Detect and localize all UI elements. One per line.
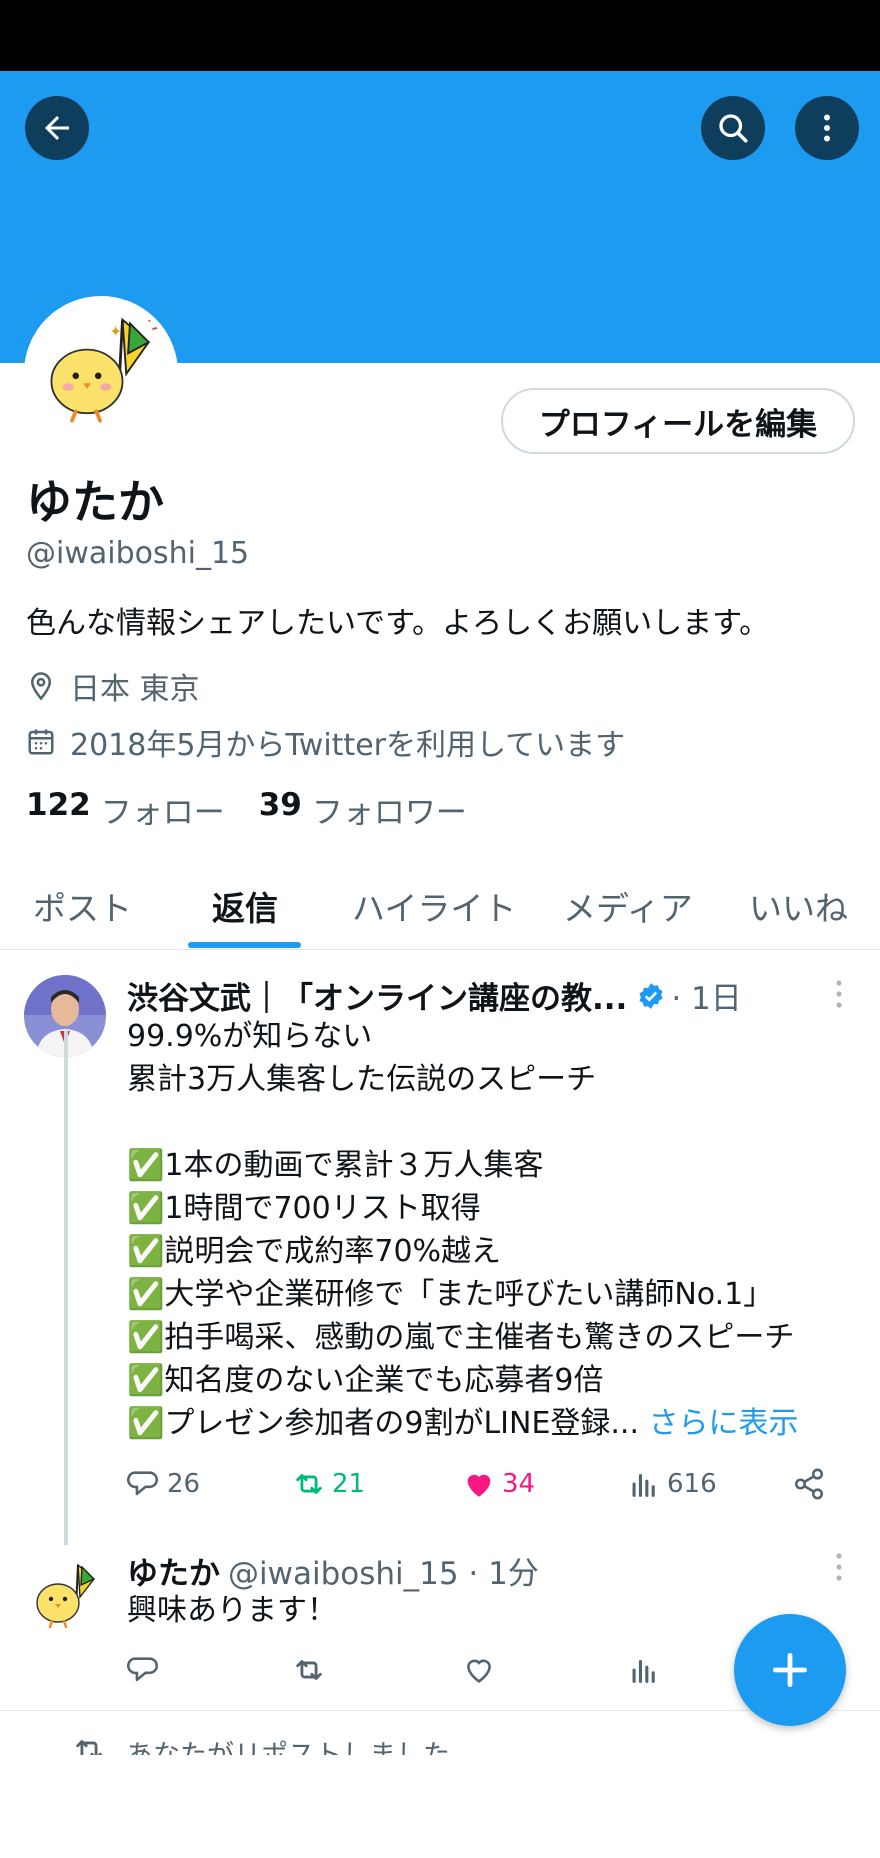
active-tab-indicator — [188, 942, 301, 948]
calendar-icon — [28, 729, 54, 755]
more-options-button[interactable] — [795, 96, 859, 160]
profile-avatar[interactable]: ✦ — [24, 296, 178, 450]
location-text: 日本 東京 — [70, 672, 200, 707]
post-line: 99.9%が知らない — [127, 1019, 373, 1054]
like-count: 34 — [502, 1469, 536, 1499]
profile-bio: 色んな情報シェアしたいです。よろしくお願いします。 — [26, 606, 770, 641]
repost-icon — [296, 1660, 322, 1680]
profile-handle: @iwaiboshi_15 — [26, 536, 250, 571]
post-body: 99.9%が知らない累計3万人集客した伝説のスピーチ ✅1本の動画で累計３万人集客… — [127, 1015, 799, 1445]
views-button[interactable]: 616 — [627, 1467, 717, 1501]
thread-connector — [64, 1030, 68, 1545]
search-button[interactable] — [701, 96, 765, 160]
like-button[interactable]: 34 — [462, 1467, 535, 1501]
post-line: ✅拍手喝采、感動の嵐で主催者も驚きのスピーチ — [127, 1320, 795, 1355]
post-line: ✅1時間で700リスト取得 — [127, 1191, 481, 1226]
status-bar — [0, 0, 880, 71]
repost-button[interactable] — [292, 1653, 332, 1687]
back-button[interactable] — [25, 96, 89, 160]
reply-author-avatar[interactable] — [24, 1555, 106, 1637]
reply-count: 26 — [167, 1469, 201, 1499]
repost-button[interactable]: 21 — [292, 1467, 365, 1501]
share-button[interactable] — [792, 1467, 832, 1501]
post-actions: 26 21 34 616 — [127, 1467, 847, 1507]
like-heart-icon — [467, 1474, 491, 1497]
reply-menu-icon[interactable] — [833, 1552, 845, 1582]
views-button[interactable] — [627, 1653, 667, 1687]
reply-handle-time: @iwaiboshi_15 · 1分 — [228, 1556, 539, 1592]
like-heart-icon — [467, 1659, 491, 1683]
share-icon — [794, 1468, 824, 1500]
edit-profile-button[interactable]: プロフィールを編集 — [501, 388, 855, 454]
views-count: 616 — [667, 1469, 717, 1499]
post-author-name[interactable]: 渋谷文武｜「オンライン講座の教... — [127, 973, 627, 1018]
post-line: ✅知名度のない企業でも応募者9倍 — [127, 1363, 604, 1398]
tab-highlights[interactable]: ハイライト — [352, 882, 516, 930]
repost-icon — [76, 1740, 102, 1755]
repost-context-text: あなたがリポストしました — [126, 1733, 450, 1755]
reply-button[interactable] — [127, 1653, 167, 1687]
reply-author-name[interactable]: ゆたか — [127, 1548, 220, 1593]
following-label[interactable]: フォロー — [101, 787, 225, 832]
compose-plus-icon — [772, 1652, 808, 1688]
profile-location: 日本 東京 — [26, 664, 200, 708]
post-line: ✅1本の動画で累計３万人集客 — [127, 1148, 544, 1183]
post-line: ✅説明会で成約率70%越え — [127, 1234, 502, 1269]
chick-mascot-icon: ✦ — [29, 301, 173, 445]
post-time: · 1日 — [671, 981, 742, 1017]
post-last-line: ✅プレゼン参加者の9割がLINE登録... さらに表示 — [127, 1402, 799, 1445]
followers-label[interactable]: フォロワー — [312, 787, 467, 832]
compose-post-button[interactable] — [734, 1614, 846, 1726]
feed-divider — [0, 1710, 880, 1711]
show-more-link[interactable]: さらに表示 — [649, 1406, 799, 1441]
post-header: 渋谷文武｜「オンライン講座の教... · 1日 — [127, 973, 742, 1018]
profile-join-date: 2018年5月からTwitterを利用しています — [26, 720, 625, 764]
tab-media[interactable]: メディア — [563, 882, 693, 930]
tab-replies[interactable]: 返信 — [212, 882, 278, 930]
reply-icon — [127, 1657, 158, 1682]
views-chart-icon — [632, 1473, 655, 1497]
verified-badge-icon — [639, 982, 663, 1009]
following-count[interactable]: 122 — [26, 787, 91, 832]
repost-icon — [296, 1474, 322, 1494]
location-pin-icon — [30, 672, 52, 701]
search-icon — [719, 114, 748, 143]
post-line: ✅大学や企業研修で「また呼びたい講師No.1」 — [127, 1277, 774, 1312]
like-button[interactable] — [462, 1653, 502, 1687]
back-arrow-icon — [45, 116, 69, 140]
tab-posts[interactable]: ポスト — [33, 882, 132, 930]
reply-button[interactable]: 26 — [127, 1467, 200, 1501]
profile-tabs: ポスト 返信 ハイライト メディア いいね — [0, 860, 880, 950]
reply-icon — [127, 1471, 158, 1496]
join-date-text: 2018年5月からTwitterを利用しています — [70, 728, 626, 763]
repost-count: 21 — [332, 1469, 366, 1499]
reply-body: 興味あります！ — [127, 1593, 337, 1628]
post-menu-icon[interactable] — [833, 979, 845, 1009]
repost-context: あなたがリポストしました — [72, 1733, 450, 1755]
more-vertical-icon — [824, 114, 830, 142]
followers-count[interactable]: 39 — [259, 787, 302, 832]
views-chart-icon — [632, 1659, 655, 1683]
chick-mascot-icon — [36, 1563, 96, 1629]
post-line: 累計3万人集客した伝説のスピーチ — [127, 1062, 597, 1097]
reply-header: ゆたか @iwaiboshi_15 · 1分 — [127, 1548, 539, 1593]
post-line — [127, 1101, 799, 1144]
svg-text:✦: ✦ — [109, 323, 122, 341]
follow-stats: 122 フォロー 39 フォロワー — [26, 787, 501, 832]
profile-name: ゆたか — [26, 475, 164, 529]
post-line: ✅プレゼン参加者の9割がLINE登録... — [127, 1406, 640, 1441]
tab-likes[interactable]: いいね — [749, 882, 848, 930]
